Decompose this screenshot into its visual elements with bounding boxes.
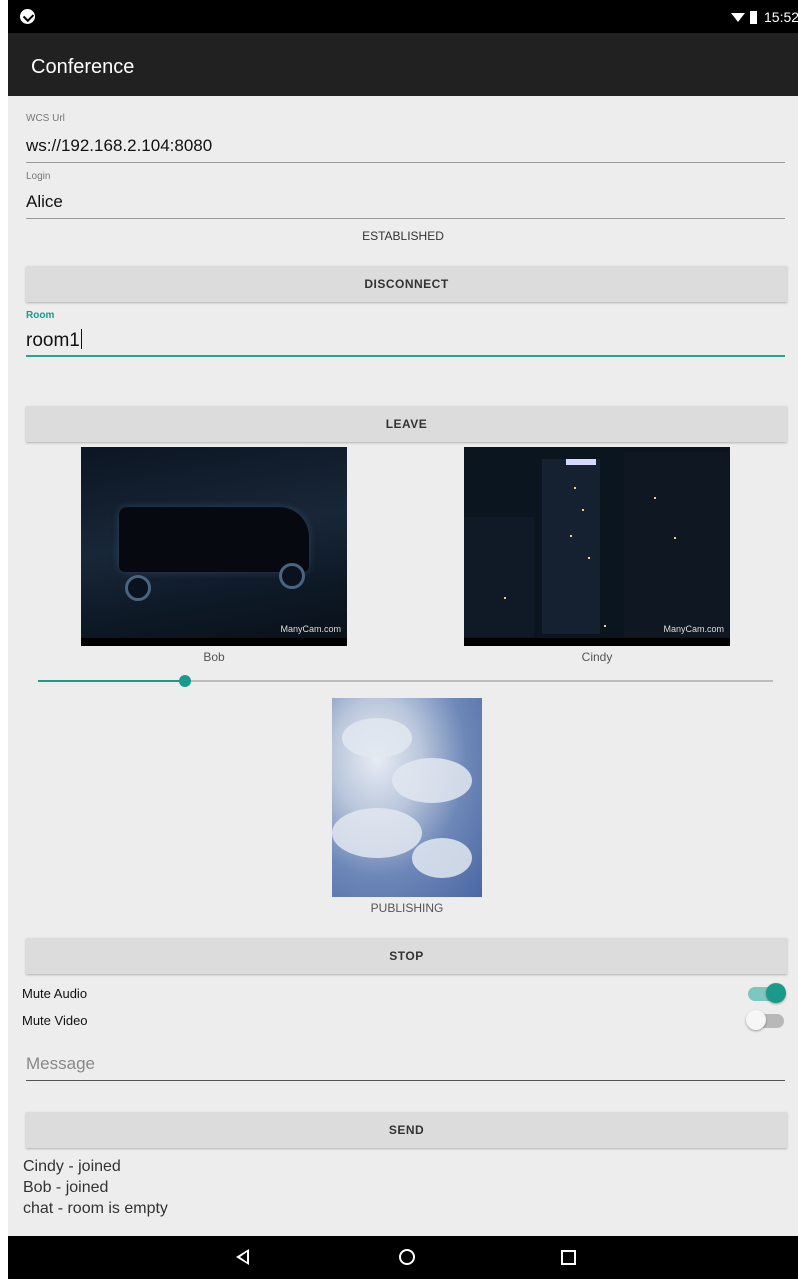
room-input[interactable]: room1 xyxy=(26,329,785,357)
notification-icon xyxy=(20,9,35,24)
video-bottom-bar xyxy=(464,638,730,646)
home-icon[interactable] xyxy=(399,1249,415,1265)
video-frame-content xyxy=(574,487,576,489)
mute-audio-switch[interactable] xyxy=(748,983,786,1003)
video-frame-content xyxy=(392,758,472,803)
app-bar: Conference xyxy=(8,33,798,96)
slider-thumb[interactable] xyxy=(179,675,191,687)
status-bar: 15:52 xyxy=(8,0,798,33)
video-frame-content xyxy=(674,537,676,539)
publishing-status: PUBLISHING xyxy=(370,901,444,915)
send-button[interactable]: SEND xyxy=(26,1112,787,1148)
mute-video-label: Mute Video xyxy=(22,1013,88,1028)
video-frame-content xyxy=(588,557,590,559)
battery-icon xyxy=(750,11,757,24)
video-frame-content xyxy=(654,497,656,499)
video-frame-content xyxy=(566,459,596,465)
leave-button[interactable]: LEAVE xyxy=(26,406,787,442)
video-frame-content xyxy=(342,718,412,758)
login-input[interactable]: Alice xyxy=(26,192,785,219)
video-frame-content xyxy=(542,459,600,634)
wcs-url-label: WCS Url xyxy=(26,113,65,124)
recents-icon[interactable] xyxy=(561,1250,576,1265)
text-cursor xyxy=(80,329,82,349)
volume-slider[interactable] xyxy=(38,675,773,687)
video-frame-content xyxy=(125,575,151,601)
log-line: Bob - joined xyxy=(23,1179,109,1196)
switch-knob xyxy=(766,983,786,1003)
video-frame-content xyxy=(412,838,472,878)
connection-status: ESTABLISHED xyxy=(362,229,444,243)
video-frame-content xyxy=(504,597,506,599)
status-time: 15:52 xyxy=(764,9,798,25)
wcs-url-input[interactable]: ws://192.168.2.104:8080 xyxy=(26,136,785,163)
video-frame-content xyxy=(582,509,584,511)
log-line: chat - room is empty xyxy=(23,1200,168,1217)
participant-name-cindy: Cindy xyxy=(581,650,613,664)
back-icon[interactable] xyxy=(236,1249,249,1265)
stop-button[interactable]: STOP xyxy=(26,938,787,974)
disconnect-button[interactable]: DISCONNECT xyxy=(26,266,787,302)
video-frame-content xyxy=(279,563,305,589)
wifi-icon xyxy=(731,13,745,22)
room-value: room1 xyxy=(26,330,80,351)
log-line: Cindy - joined xyxy=(23,1158,121,1175)
local-video-preview xyxy=(332,698,482,897)
video-watermark: ManyCam.com xyxy=(280,624,341,634)
video-bottom-bar xyxy=(81,638,347,646)
navigation-bar xyxy=(8,1236,798,1279)
video-frame-content xyxy=(332,808,422,858)
video-frame-content xyxy=(624,452,729,637)
message-input[interactable]: Message xyxy=(26,1054,785,1081)
video-frame-content xyxy=(604,625,606,627)
login-label: Login xyxy=(26,171,51,182)
participant-name-bob: Bob xyxy=(203,650,225,664)
participant-video-bob: ManyCam.com xyxy=(81,447,347,646)
video-frame-content xyxy=(570,535,572,537)
app-screen: 15:52 Conference WCS Url ws://192.168.2.… xyxy=(8,0,798,1279)
switch-knob xyxy=(746,1010,766,1030)
page-title: Conference xyxy=(31,56,135,78)
slider-fill xyxy=(38,680,185,682)
room-label: Room xyxy=(26,310,55,321)
video-frame-content xyxy=(119,507,309,572)
video-frame-content xyxy=(464,517,534,637)
mute-audio-label: Mute Audio xyxy=(22,986,88,1001)
video-watermark: ManyCam.com xyxy=(663,624,724,634)
participant-video-cindy: ManyCam.com xyxy=(464,447,730,646)
mute-video-switch[interactable] xyxy=(746,1010,784,1030)
